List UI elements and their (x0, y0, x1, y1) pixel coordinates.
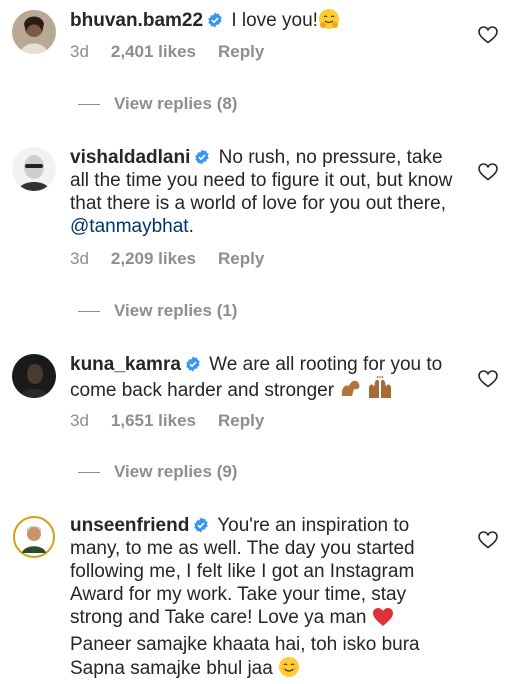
verified-badge-icon (207, 12, 223, 28)
verified-badge-icon (185, 356, 201, 372)
comment-time: 3d (70, 249, 89, 268)
avatar[interactable] (12, 10, 56, 54)
comment-text: unseenfriend You're an inspiration to ma… (70, 514, 455, 684)
avatar[interactable] (12, 354, 56, 398)
view-replies-button[interactable]: View replies (8) (78, 94, 237, 114)
reply-button[interactable]: Reply (218, 411, 264, 430)
mention-link[interactable]: @tanmaybhat (70, 216, 189, 237)
comment-time: 3d (70, 42, 89, 61)
divider-line (78, 310, 100, 312)
likes-count[interactable]: 2,209 likes (111, 249, 196, 268)
smiling-hugging-emoji-icon (318, 8, 340, 36)
comment-body: I love you! (226, 10, 318, 31)
comment-meta: 3d 2,209 likes Reply (70, 249, 286, 269)
username[interactable]: vishaldadlani (70, 147, 190, 168)
username[interactable]: unseenfriend (70, 515, 189, 536)
verified-badge-icon (194, 149, 210, 165)
red-heart-emoji-icon (372, 607, 394, 633)
like-heart-icon[interactable] (478, 163, 498, 181)
like-heart-icon[interactable] (478, 370, 498, 388)
divider-line (78, 103, 100, 105)
comment-text: bhuvan.bam22 I love you! (70, 8, 455, 36)
avatar[interactable] (12, 515, 56, 559)
likes-count[interactable]: 2,401 likes (111, 42, 196, 61)
view-replies-label: View replies (1) (114, 301, 238, 320)
like-heart-icon[interactable] (478, 26, 498, 44)
flexed-biceps-raising-hands-emoji-icon (339, 375, 393, 406)
smiling-face-emoji-icon (278, 656, 300, 684)
username[interactable]: kuna_kamra (70, 354, 181, 375)
comment-meta: 3d 2,401 likes Reply (70, 42, 286, 62)
likes-count[interactable]: 1,651 likes (111, 411, 196, 430)
comment-body-end: . (188, 216, 194, 237)
reply-button[interactable]: Reply (218, 42, 264, 61)
view-replies-label: View replies (9) (114, 462, 238, 481)
username[interactable]: bhuvan.bam22 (70, 10, 203, 31)
comment-body-end: Paneer samajke khaata hai, toh isko bura… (70, 634, 420, 679)
reply-button[interactable]: Reply (218, 249, 264, 268)
divider-line (78, 471, 100, 473)
comment-text: vishaldadlani No rush, no pressure, take… (70, 146, 455, 238)
view-replies-button[interactable]: View replies (9) (78, 462, 237, 482)
avatar[interactable] (12, 147, 56, 191)
verified-badge-icon (193, 517, 209, 533)
view-replies-label: View replies (8) (114, 94, 238, 113)
like-heart-icon[interactable] (478, 531, 498, 549)
view-replies-button[interactable]: View replies (1) (78, 301, 237, 321)
comment-time: 3d (70, 411, 89, 430)
comment-meta: 3d 1,651 likes Reply (70, 411, 286, 431)
comment-text: kuna_kamra We are all rooting for you to… (70, 353, 455, 406)
